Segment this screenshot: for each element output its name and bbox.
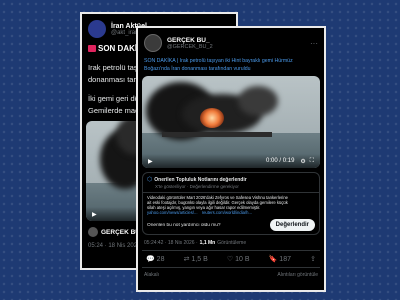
red-alert-icon xyxy=(88,45,96,52)
post-timestamp: 05:24:42 · 18 Nis 2026 · xyxy=(144,240,198,246)
share-icon[interactable]: ⇪ xyxy=(310,255,316,263)
rate-button[interactable]: Değerlendir xyxy=(269,219,315,231)
bookmark-icon: 🔖 xyxy=(268,256,278,263)
video-player[interactable]: ▶ 0:00 / 0:19 ⚙ ⛶ xyxy=(142,76,320,168)
relevant-filter[interactable]: Alakalı xyxy=(144,272,159,278)
view-count: 1,1 Mn xyxy=(199,240,216,246)
repost-count: 1,5 B xyxy=(191,256,208,263)
bookmark-button[interactable]: 🔖 187 xyxy=(269,255,291,263)
fullscreen-icon[interactable]: ⛶ xyxy=(310,158,314,165)
post-text-line: SON DAKİKA | Irak petrolü taşıyan iki Hi… xyxy=(144,58,293,64)
like-button[interactable]: ♡ 10 B xyxy=(227,255,250,263)
repost-icon: ⇄ xyxy=(183,256,190,263)
reply-icon: 💬 xyxy=(146,256,155,263)
more-options-icon[interactable]: ··· xyxy=(310,39,318,48)
repost-button[interactable]: ⇄ 1,5 B xyxy=(184,255,208,263)
main-post-card[interactable]: GERÇEK BU_ @GERCEK_BU_2 ··· SON DAKİKA |… xyxy=(136,26,326,292)
view-quotes-link[interactable]: Alıntıları görüntüle xyxy=(277,272,318,278)
bookmark-count: 187 xyxy=(279,256,291,263)
community-note-icon: ⬡ xyxy=(147,177,153,183)
heart-icon: ♡ xyxy=(226,256,234,263)
community-note-box[interactable]: ⬡ Önerilen Topluluk Notlarını değerlendi… xyxy=(142,172,320,235)
avatar[interactable] xyxy=(88,20,106,38)
play-icon[interactable]: ▶ xyxy=(148,158,153,165)
avatar[interactable] xyxy=(144,34,162,52)
rate-question: Önerilen bu not yardımcı oldu mu? xyxy=(147,222,221,228)
reply-button[interactable]: 💬 28 xyxy=(146,255,164,263)
community-note-link[interactable]: reuters.com/world/india/h... xyxy=(202,210,252,215)
community-note-title: Önerilen Topluluk Notlarını değerlendir xyxy=(154,176,247,183)
avatar[interactable] xyxy=(88,227,98,237)
community-note-link[interactable]: yahoo.com/news/articles/... xyxy=(147,210,198,215)
author-name[interactable]: GERÇEK BU_ xyxy=(167,37,213,44)
settings-icon[interactable]: ⚙ xyxy=(300,158,305,165)
community-note-text: Videodaki görüntüler Mart 2026'daki Zefy… xyxy=(147,195,289,200)
play-icon[interactable]: ▶ xyxy=(92,211,97,218)
community-note-subtitle: X'te gösteriliyor · Değerlendirme gereki… xyxy=(155,184,239,189)
author-handle[interactable]: @GERCEK_BU_2 xyxy=(167,44,213,50)
post-text-line: Boğazı'nda İran donanması tarafından vur… xyxy=(144,66,251,72)
reply-count: 28 xyxy=(156,256,165,263)
video-time: 0:00 / 0:19 xyxy=(266,158,295,164)
like-count: 10 B xyxy=(235,256,250,263)
view-count-label: Görüntüleme xyxy=(217,240,247,246)
